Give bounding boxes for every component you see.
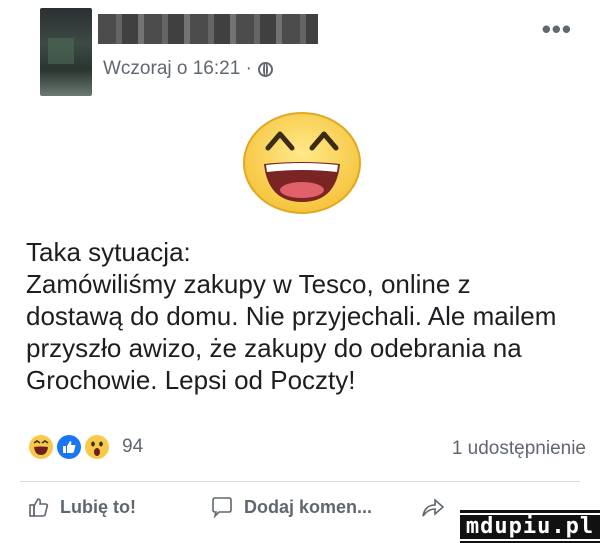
watermark-text: mdupiu.pl bbox=[457, 512, 600, 541]
like-button[interactable]: Lubię to! bbox=[28, 496, 136, 518]
post-meta: Wczoraj o 16:21 · bbox=[103, 58, 273, 80]
haha-reaction-icon bbox=[26, 432, 56, 462]
like-label: Lubię to! bbox=[60, 496, 136, 517]
like-reaction-icon bbox=[54, 432, 84, 462]
more-options-icon[interactable]: ••• bbox=[542, 14, 572, 45]
comment-bubble-icon bbox=[212, 497, 232, 518]
divider bbox=[20, 481, 580, 482]
thumbs-up-icon bbox=[29, 498, 49, 517]
wow-reaction-icon bbox=[82, 432, 112, 462]
comment-label: Dodaj komen... bbox=[244, 496, 373, 517]
watermark: mdupiu.pl bbox=[457, 510, 600, 543]
comment-button[interactable]: Dodaj komen... bbox=[210, 496, 372, 518]
author-name-redacted[interactable] bbox=[98, 14, 318, 44]
reactions-summary[interactable]: 94 bbox=[26, 432, 143, 462]
share-button[interactable] bbox=[420, 496, 446, 518]
reaction-count[interactable]: 94 bbox=[122, 436, 143, 458]
avatar[interactable] bbox=[40, 8, 92, 96]
share-arrow-icon bbox=[422, 498, 445, 517]
post-timestamp[interactable]: Wczoraj o 16:21 · bbox=[103, 58, 252, 80]
grinning-face-emoji bbox=[243, 112, 361, 214]
share-count[interactable]: 1 udostępnienie bbox=[452, 438, 586, 460]
globe-icon bbox=[257, 61, 273, 77]
post-text: Taka sytuacja: Zamówiliśmy zakupy w Tesc… bbox=[26, 237, 557, 395]
